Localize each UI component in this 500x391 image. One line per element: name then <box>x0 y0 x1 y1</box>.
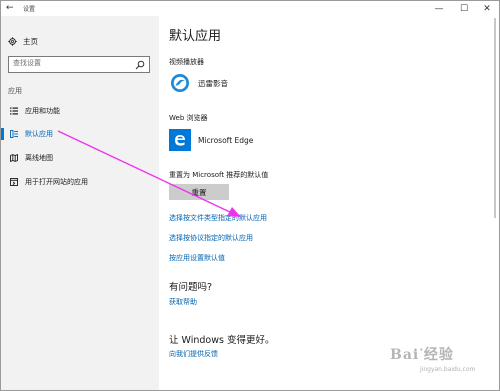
back-button[interactable]: ← <box>6 3 14 13</box>
sidebar-item-label: 离线地图 <box>25 154 53 162</box>
sidebar-item-label: 应用和功能 <box>25 107 60 115</box>
sidebar-section-label: 应用 <box>8 87 22 95</box>
settings-window: ← 设置 — ☐ ✕ 主页 应用 <box>0 0 500 391</box>
questions-heading: 有问题吗? <box>169 282 213 293</box>
link-set-defaults-by-app[interactable]: 按应用设置默认值 <box>169 253 225 263</box>
video-player-name: 迅雷影音 <box>198 78 228 88</box>
watermark-logo: Baiᐝ经验 <box>390 344 454 364</box>
sidebar-item-home[interactable]: 主页 <box>8 36 38 47</box>
scroll-thumb[interactable] <box>494 18 496 218</box>
sidebar-item-offline-maps[interactable]: 离线地图 <box>1 149 159 167</box>
reset-button[interactable]: 重置 <box>169 184 229 200</box>
scrollbar[interactable] <box>491 16 499 390</box>
feedback-link[interactable]: 向我们提供反馈 <box>169 349 218 359</box>
sidebar-item-label: 默认应用 <box>25 130 53 138</box>
search-box[interactable] <box>8 56 150 73</box>
web-browser-name: Microsoft Edge <box>198 135 254 145</box>
sidebar-item-default-apps[interactable]: 默认应用 <box>1 125 159 143</box>
improve-heading: 让 Windows 变得更好。 <box>169 335 275 346</box>
page-title: 默认应用 <box>169 29 222 44</box>
watermark-url: jingyan.baidu.com <box>420 366 476 373</box>
sidebar-item-label: 用于打开网站的应用 <box>25 178 88 186</box>
search-icon[interactable] <box>135 60 145 70</box>
offline-maps-icon <box>10 154 18 162</box>
sidebar-item-website-apps[interactable]: 用于打开网站的应用 <box>1 173 159 191</box>
link-choose-by-file-type[interactable]: 选择按文件类型指定的默认应用 <box>169 213 267 223</box>
sidebar-home-label: 主页 <box>23 37 38 46</box>
search-input[interactable] <box>13 59 131 67</box>
edge-icon <box>169 129 191 151</box>
close-button[interactable]: ✕ <box>475 1 499 16</box>
web-browser-heading: Web 浏览器 <box>169 114 208 122</box>
maximize-button[interactable]: ☐ <box>452 1 476 16</box>
default-apps-icon <box>10 130 18 138</box>
watermark-suffix: 经验 <box>423 347 454 363</box>
sidebar-item-apps-features[interactable]: 应用和功能 <box>1 102 159 120</box>
link-choose-by-protocol[interactable]: 选择按协议指定的默认应用 <box>169 233 253 243</box>
window-title: 设置 <box>23 6 36 13</box>
xunlei-player-icon <box>169 72 191 94</box>
video-player-heading: 视频播放器 <box>169 58 204 66</box>
gear-icon <box>8 37 17 46</box>
get-help-link[interactable]: 获取帮助 <box>169 297 197 307</box>
video-player-app[interactable]: 迅雷影音 <box>169 72 228 94</box>
minimize-button[interactable]: — <box>427 1 451 16</box>
apps-list-icon <box>10 107 18 115</box>
sidebar: 主页 应用 应用和功能 默认应用 离线地图 <box>1 16 159 390</box>
web-browser-app[interactable]: Microsoft Edge <box>169 129 253 151</box>
website-apps-icon <box>10 178 18 186</box>
main-content: 默认应用 视频播放器 迅雷影音 Web 浏览器 Microsoft Edge 重… <box>159 16 499 390</box>
title-bar: ← 设置 — ☐ ✕ <box>1 1 499 16</box>
reset-heading: 重置为 Microsoft 推荐的默认值 <box>169 171 269 179</box>
watermark-brand: Bai <box>390 347 420 363</box>
